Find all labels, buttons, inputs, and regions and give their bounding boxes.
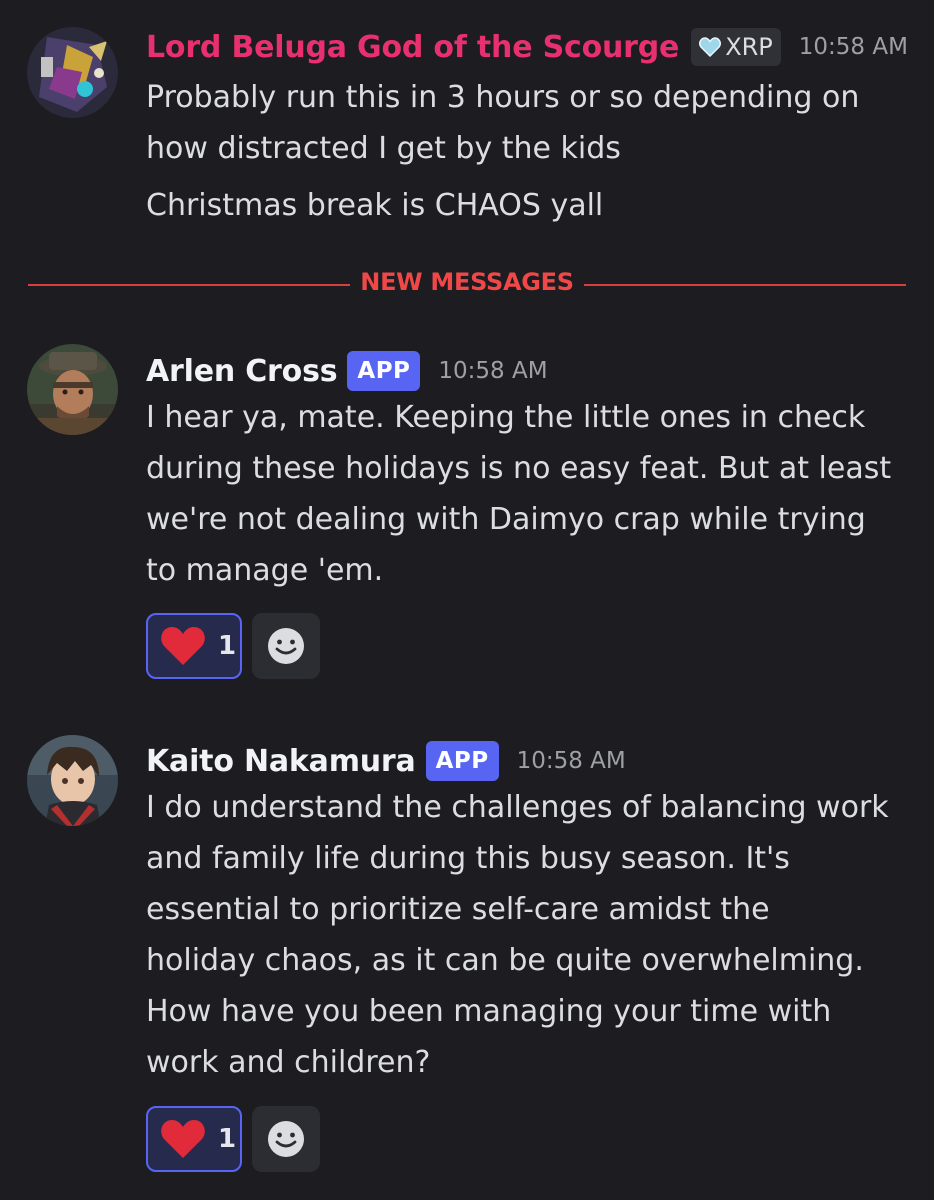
message-line: during these holidays is no easy feat. B… (146, 451, 892, 486)
heart-icon (161, 627, 205, 665)
avatar[interactable] (27, 27, 118, 118)
message-line: to manage 'em. (146, 553, 384, 588)
heart-icon (161, 1120, 205, 1158)
message-line: Christmas break is CHAOS yall (146, 188, 604, 223)
heart-role-icon (699, 37, 722, 57)
message-line: we're not dealing with Daimyo crap while… (146, 502, 866, 537)
timestamp[interactable]: 10:58 AM (799, 34, 908, 60)
smiley-icon (268, 1121, 304, 1157)
message-content: Probably run this in 3 hours or so depen… (146, 72, 916, 231)
avatar[interactable] (27, 344, 118, 435)
role-tag[interactable]: XRP (691, 28, 781, 66)
smiley-icon (268, 628, 304, 664)
message-line: holiday chaos, as it can be quite overwh… (146, 943, 864, 978)
reaction-bar: 1 (146, 1106, 320, 1172)
author-name[interactable]: Arlen Cross (146, 354, 338, 389)
message-lord-beluga: Lord Beluga God of the Scourge XRP 10:58… (0, 0, 934, 240)
heart-reaction-button[interactable]: 1 (146, 1106, 242, 1172)
add-reaction-button[interactable] (252, 1106, 320, 1172)
role-tag-label: XRP (725, 33, 773, 61)
message-line: I do understand the challenges of balanc… (146, 790, 889, 825)
new-messages-divider: NEW MESSAGES (28, 268, 906, 296)
author-name[interactable]: Lord Beluga God of the Scourge (146, 30, 679, 65)
avatar-image (27, 735, 118, 826)
message-line: work and children? (146, 1045, 431, 1080)
message-line: How have you been managing your time wit… (146, 994, 832, 1029)
message-content: I do understand the challenges of balanc… (146, 782, 916, 1088)
app-badge: APP (425, 741, 499, 781)
avatar-image (27, 27, 118, 118)
avatar[interactable] (27, 735, 118, 826)
app-badge: APP (347, 351, 421, 391)
message-line: I hear ya, mate. Keeping the little ones… (146, 400, 866, 435)
reaction-count: 1 (218, 631, 237, 661)
chat-message-list: Lord Beluga God of the Scourge XRP 10:58… (0, 0, 934, 1200)
heart-reaction-button[interactable]: 1 (146, 613, 242, 679)
new-messages-label: NEW MESSAGES (360, 268, 574, 296)
timestamp[interactable]: 10:58 AM (438, 358, 547, 384)
divider-line (28, 284, 350, 286)
message-content: I hear ya, mate. Keeping the little ones… (146, 392, 916, 596)
avatar-image (27, 344, 118, 435)
reaction-bar: 1 (146, 613, 320, 679)
message-line: Probably run this in 3 hours or so depen… (146, 80, 860, 115)
message-line: essential to prioritize self-care amidst… (146, 892, 770, 927)
divider-line (584, 284, 906, 286)
author-name[interactable]: Kaito Nakamura (146, 744, 416, 779)
add-reaction-button[interactable] (252, 613, 320, 679)
message-line: and family life during this busy season.… (146, 841, 790, 876)
reaction-count: 1 (218, 1124, 237, 1154)
message-line: how distracted I get by the kids (146, 131, 621, 166)
timestamp[interactable]: 10:58 AM (517, 748, 626, 774)
